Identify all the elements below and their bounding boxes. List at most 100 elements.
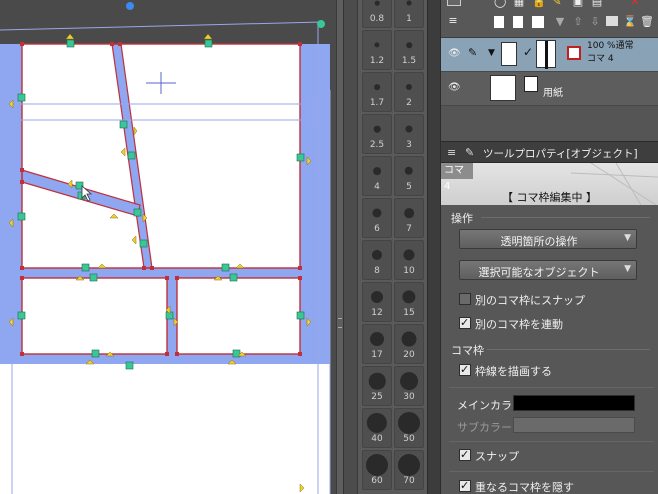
layer-opacity: 100 %通常 <box>587 41 634 51</box>
brush-size-label: 7 <box>406 224 412 234</box>
corner-handle-top-right[interactable] <box>317 20 325 28</box>
brush-size-1[interactable]: 1 <box>394 0 424 28</box>
top-icon-6[interactable]: ▤ <box>591 0 603 8</box>
brush-dot-icon <box>398 454 420 476</box>
ruler-icon[interactable]: ⌛ <box>623 16 637 28</box>
mask-icon[interactable] <box>606 16 618 26</box>
brush-size-17[interactable]: 17 <box>362 324 392 364</box>
layer-color-icon[interactable] <box>447 0 461 6</box>
layer-toolbar: ≡ ▼ ⇧ ⇩ ⌛ 🗑 ◯ ▦ 🔒 ✎ ▣ ▤ ✕ <box>441 0 658 38</box>
brush-size-8[interactable]: 8 <box>362 240 392 280</box>
brush-size-40[interactable]: 40 <box>362 408 392 448</box>
checkbox[interactable] <box>459 293 471 305</box>
right-panel: ≡ ▼ ⇧ ⇩ ⌛ 🗑 ◯ ▦ 🔒 ✎ ▣ ▤ ✕ 👁 ✎ ▼ ✓ 100 %通… <box>441 0 658 494</box>
eye-icon[interactable]: 👁 <box>448 83 461 93</box>
check-icon: ✓ <box>523 45 534 59</box>
layer-row-frame[interactable]: 👁 ✎ ▼ ✓ 100 %通常 コマ 4 <box>441 38 658 72</box>
brush-dot-icon <box>404 208 414 218</box>
checkbox[interactable] <box>459 316 471 329</box>
rotate-handle[interactable] <box>126 2 134 10</box>
sub-color-row: サブカラー <box>457 417 653 435</box>
layer-mask-thumbnail <box>536 40 556 69</box>
brush-size-label: 1 <box>406 14 412 24</box>
selectable-object-dropdown[interactable]: 選択可能なオブジェクト ▼ <box>459 260 637 280</box>
canvas-scrollbar[interactable] <box>336 0 343 494</box>
chevron-down-icon: ▼ <box>624 264 631 274</box>
brush-size-6[interactable]: 6 <box>362 198 392 238</box>
brush-size-label: 20 <box>403 350 415 360</box>
brush-size-2[interactable]: 2 <box>394 72 424 112</box>
brush-size-30[interactable]: 30 <box>394 366 424 406</box>
brush-size-5[interactable]: 5 <box>394 156 424 196</box>
pen-icon[interactable]: ✎ <box>551 0 563 8</box>
move-down-icon[interactable]: ⇩ <box>589 16 601 28</box>
brush-size-70[interactable]: 70 <box>394 450 424 490</box>
brush-size-50[interactable]: 50 <box>394 408 424 448</box>
brush-size-4[interactable]: 4 <box>362 156 392 196</box>
top-icon-5[interactable]: ▣ <box>572 0 584 8</box>
layer-name: 用紙 <box>543 88 563 99</box>
canvas-area[interactable] <box>0 0 343 494</box>
scrollbar-grip[interactable] <box>338 318 342 328</box>
operation-dropdown[interactable]: 透明箇所の操作 ▼ <box>459 229 637 249</box>
brush-size-label: 60 <box>371 476 383 486</box>
brush-size-7[interactable]: 7 <box>394 198 424 238</box>
main-color-swatch[interactable] <box>513 395 635 411</box>
top-icon-2[interactable]: ▦ <box>513 0 525 8</box>
brush-size-label: 4 <box>374 182 380 192</box>
brush-dot-icon <box>406 0 412 6</box>
tool-property-preview: コマ 4 【 コマ枠編集中 】 <box>441 163 658 205</box>
brush-size-0.8[interactable]: 0.8 <box>362 0 392 28</box>
brush-dot-icon <box>374 42 380 48</box>
eye-icon[interactable]: 👁 <box>448 49 461 59</box>
brush-size-1.5[interactable]: 1.5 <box>394 30 424 70</box>
brush-size-label: 17 <box>371 350 383 360</box>
checkbox[interactable] <box>459 479 471 492</box>
brush-size-1.7[interactable]: 1.7 <box>362 72 392 112</box>
brush-size-20[interactable]: 20 <box>394 324 424 364</box>
layer-thumbnail <box>501 42 517 66</box>
brush-size-60[interactable]: 60 <box>362 450 392 490</box>
brush-size-1.2[interactable]: 1.2 <box>362 30 392 70</box>
brush-size-label: 10 <box>403 266 415 276</box>
close-icon[interactable]: ✕ <box>629 0 641 8</box>
brush-size-label: 3 <box>406 140 412 150</box>
panel-divider[interactable] <box>427 0 441 494</box>
brush-dot-icon <box>404 166 414 176</box>
brush-size-25[interactable]: 25 <box>362 366 392 406</box>
combine-icon[interactable]: ▼ <box>554 16 566 28</box>
layer-info: 100 %通常 コマ 4 <box>587 40 634 66</box>
delete-layer-icon[interactable]: 🗑 <box>640 16 654 28</box>
brush-dot-icon <box>366 454 388 476</box>
new-folder-icon[interactable] <box>532 16 544 28</box>
preview-tag: コマ 4 <box>441 163 473 192</box>
canvas-view[interactable] <box>0 0 343 494</box>
brush-size-3[interactable]: 3 <box>394 114 424 154</box>
brush-size-12[interactable]: 12 <box>362 282 392 322</box>
checkbox[interactable] <box>459 363 471 376</box>
brush-size-2.5[interactable]: 2.5 <box>362 114 392 154</box>
checkbox[interactable] <box>459 448 471 461</box>
brush-size-label: 40 <box>371 434 383 444</box>
brush-dot-icon <box>370 332 384 346</box>
move-up-icon[interactable]: ⇧ <box>572 16 584 28</box>
brush-dot-icon <box>374 84 380 90</box>
brush-size-10[interactable]: 10 <box>394 240 424 280</box>
brush-size-15[interactable]: 15 <box>394 282 424 322</box>
top-icon-1[interactable]: ◯ <box>494 0 506 8</box>
brush-dot-icon <box>403 249 415 261</box>
brush-dot-icon <box>368 372 386 390</box>
lock-icon[interactable]: 🔒 <box>532 0 546 8</box>
layer-list: 👁 ✎ ▼ ✓ 100 %通常 コマ 4 👁 用紙 <box>441 38 658 106</box>
expand-arrow-icon[interactable]: ▼ <box>488 48 495 58</box>
panel-menu-icon[interactable]: ≡ <box>447 146 456 159</box>
brush-dot-icon <box>401 331 417 347</box>
layer-menu-icon[interactable]: ≡ <box>447 15 459 27</box>
layer-row-paper[interactable]: 👁 用紙 <box>441 72 658 106</box>
paper-icon <box>524 76 538 92</box>
brush-size-label: 1.2 <box>369 56 385 66</box>
new-raster-layer-icon[interactable] <box>494 16 504 28</box>
brush-dot-icon <box>402 290 416 304</box>
new-vector-layer-icon[interactable] <box>513 16 523 28</box>
brush-palette-scrollbar[interactable] <box>344 0 358 494</box>
